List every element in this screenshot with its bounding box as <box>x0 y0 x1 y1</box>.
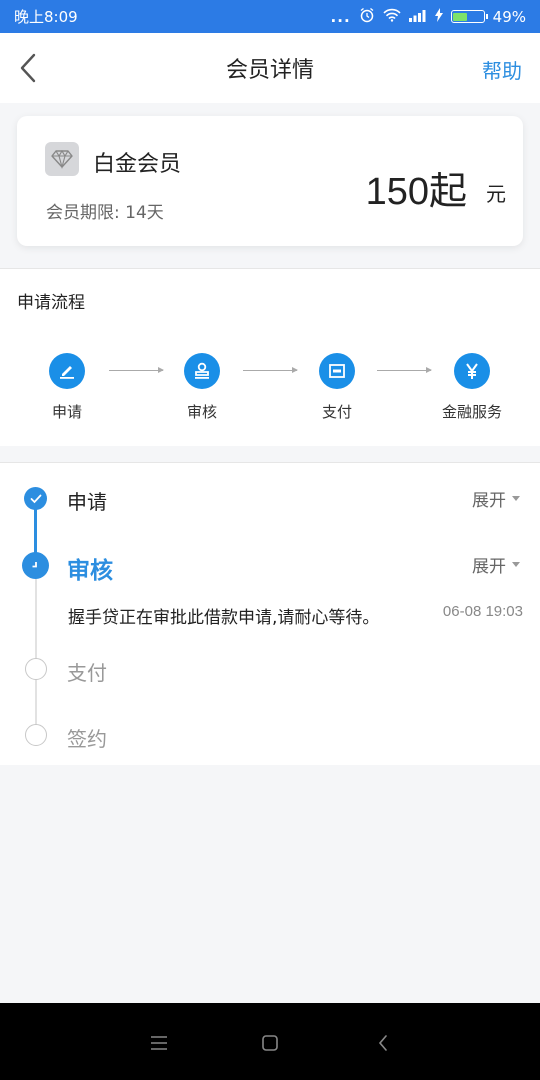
back-arrow-icon <box>378 1035 387 1051</box>
step-label: 申请 <box>51 403 82 421</box>
back-button[interactable] <box>10 50 46 86</box>
status-time: 晚上8:09 <box>14 8 78 26</box>
menu-icon <box>151 1036 167 1050</box>
review-description: 握手贷正在审批此借款申请,请耐心等待。 <box>68 608 380 628</box>
signal-icon <box>408 8 427 26</box>
member-term: 会员期限: 14天 <box>46 203 164 223</box>
stamp-icon <box>184 353 220 389</box>
battery-percent: 49% <box>492 7 526 26</box>
application-process: 申请流程 申请 审核 支付 金融服务 <box>0 268 540 446</box>
check-icon <box>24 487 47 510</box>
timeline-title-sign: 签约 <box>67 727 107 751</box>
home-button[interactable] <box>258 1031 282 1055</box>
step-label: 审核 <box>186 403 217 421</box>
pen-icon <box>49 353 85 389</box>
status-bar: 晚上8:09 ... 49% <box>0 0 540 33</box>
page-title: 会员详情 <box>225 58 314 83</box>
timeline-title-apply: 申请 <box>67 490 107 514</box>
step-finance: 金融服务 <box>422 353 522 422</box>
step-apply: 申请 <box>17 353 117 422</box>
timeline-title-pay: 支付 <box>67 661 107 685</box>
battery-icon <box>450 10 488 23</box>
review-time: 06-08 19:03 <box>442 603 523 620</box>
member-tier-name: 白金会员 <box>93 152 182 177</box>
expand-label: 展开 <box>472 557 506 577</box>
member-price: 150起 <box>365 171 467 213</box>
chevron-left-icon <box>20 53 36 83</box>
caret-down-icon <box>512 562 520 567</box>
price-unit: 元 <box>486 182 506 206</box>
timeline-line-pending <box>35 575 37 737</box>
pending-circle-icon <box>25 724 47 746</box>
process-title: 申请流程 <box>17 293 85 313</box>
yen-icon <box>454 353 490 389</box>
more-dots-icon: ... <box>330 7 351 26</box>
menu-button[interactable] <box>147 1031 171 1055</box>
back-system-button[interactable] <box>371 1031 395 1055</box>
step-pay: 支付 <box>287 353 387 422</box>
member-card: 白金会员 会员期限: 14天 150起 元 <box>17 116 523 246</box>
timeline-title-review: 审核 <box>67 558 113 584</box>
progress-timeline: 申请 展开 审核 展开 握手贷正在审批此借款申请,请耐心等待。 06-08 19… <box>0 462 540 765</box>
nav-bar: 会员详情 帮助 <box>0 33 540 103</box>
expand-review-button[interactable]: 展开 <box>472 552 520 577</box>
help-link[interactable]: 帮助 <box>482 55 522 84</box>
diamond-icon <box>45 142 79 176</box>
caret-down-icon <box>512 496 520 501</box>
wifi-icon <box>383 8 401 26</box>
expand-apply-button[interactable]: 展开 <box>472 486 520 511</box>
home-square-icon <box>262 1035 278 1051</box>
pending-circle-icon <box>25 658 47 680</box>
charging-icon <box>434 7 443 26</box>
alarm-icon <box>359 7 375 27</box>
step-label: 支付 <box>321 403 352 421</box>
card-icon <box>319 353 355 389</box>
step-label: 金融服务 <box>441 403 502 421</box>
step-review: 审核 <box>152 353 252 422</box>
clock-icon <box>22 552 49 579</box>
system-nav-bar <box>0 1003 540 1080</box>
expand-label: 展开 <box>472 491 506 511</box>
